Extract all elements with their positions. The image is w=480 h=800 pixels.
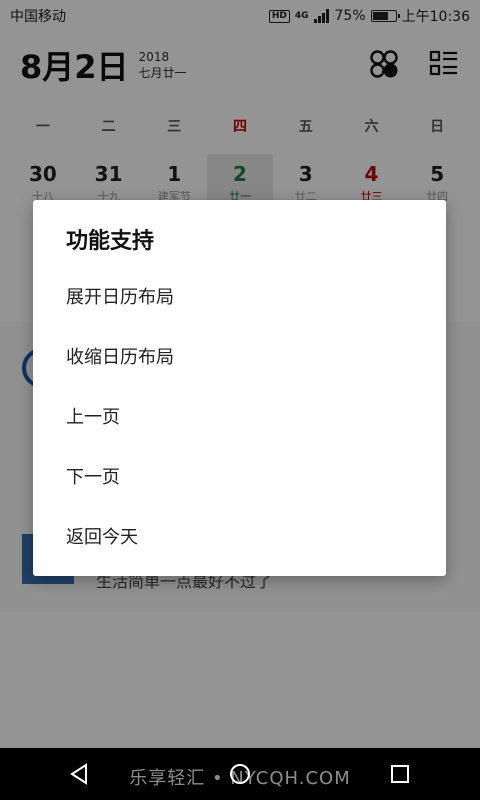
function-dialog: 功能支持 展开日历布局 收缩日历布局 上一页 下一页 返回今天 (33, 200, 446, 576)
recents-icon[interactable] (380, 754, 420, 794)
menu-item-collapse-layout[interactable]: 收缩日历布局 (33, 328, 446, 388)
menu-item-next-page[interactable]: 下一页 (33, 448, 446, 508)
back-icon[interactable] (60, 754, 100, 794)
navigation-bar (0, 748, 480, 800)
menu-item-back-to-today[interactable]: 返回今天 (33, 508, 446, 568)
menu-item-previous-page[interactable]: 上一页 (33, 388, 446, 448)
menu-item-expand-layout[interactable]: 展开日历布局 (33, 268, 446, 328)
dialog-title: 功能支持 (66, 229, 155, 254)
home-icon[interactable] (220, 754, 260, 794)
